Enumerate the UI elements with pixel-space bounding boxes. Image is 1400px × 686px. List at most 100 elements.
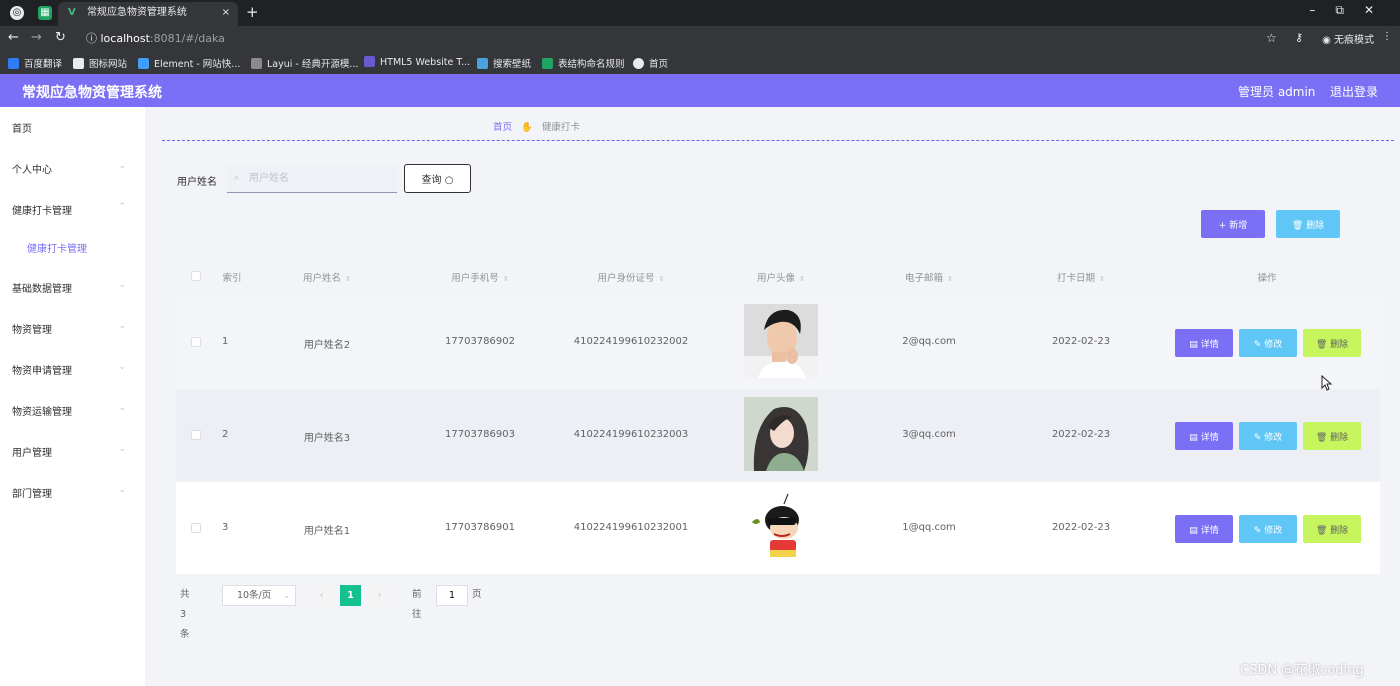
goto-page-input[interactable] [436,585,468,606]
breadcrumb-home[interactable]: 首页 [493,122,512,133]
row-checkbox[interactable] [191,523,201,533]
wallpaper-icon [477,58,488,69]
bookmark-item[interactable]: 百度翻译 [8,56,62,70]
row-checkbox[interactable] [191,337,201,347]
forward-arrow-icon[interactable]: → [31,30,42,45]
detail-button[interactable]: ▤ 详情 [1175,422,1233,450]
column-header-email[interactable]: 电子邮箱 ⇕ [905,270,953,284]
cell-date: 2022-02-23 [1051,429,1111,440]
key-icon[interactable]: ⚷ [1295,31,1303,44]
column-header-phone[interactable]: 用户手机号 ⇕ [451,270,508,284]
sort-icon: ⇕ [345,275,351,283]
bookmark-item[interactable]: 首页 [633,56,668,70]
batch-delete-button[interactable]: 🗑 删除 [1276,210,1340,238]
sidebar: 首页 个人中心 ⌄ 健康打卡管理 ⌃ 健康打卡管理 基础数据管理 ⌄ 物资管理 ⌄ 物资… [0,107,145,686]
sidebar-item-material-requests[interactable]: 物资申请管理 ⌄ [12,362,132,377]
doc-icon: ▤ [1189,339,1198,350]
logout-button[interactable]: 退出登录 [1330,83,1378,100]
tab-close-icon[interactable]: × [222,2,230,24]
next-page-button[interactable]: › [369,585,390,606]
green-tab-icon[interactable]: ▦ [38,6,52,20]
browser-menu-icon[interactable]: ⋮ [1382,31,1392,42]
bookmark-item[interactable]: Layui - 经典开源模... [251,56,358,70]
window-controls[interactable]: –⧉✕ [1309,3,1394,18]
bookmarks-bar: 百度翻译 图标网站 Element - 网站快... Layui - 经典开源模… [0,52,1400,74]
cell-date: 2022-02-23 [1051,336,1111,347]
edit-button[interactable]: ✎ 修改 [1239,515,1297,543]
bookmark-item[interactable]: 表结构命名规则 [542,56,625,70]
cell-email: 2@qq.com [902,336,956,347]
column-header-actions: 操作 [1257,273,1277,284]
cell-name: 用户姓名1 [303,526,351,537]
delete-button[interactable]: 🗑 删除 [1303,329,1361,357]
app-title: 常规应急物资管理系统 [22,85,162,101]
column-header-id-card[interactable]: 用户身份证号 ⇕ [598,270,665,284]
new-tab-button[interactable]: + [246,3,259,21]
mouse-cursor-icon [1321,375,1333,391]
reload-icon[interactable]: ↻ [55,30,66,45]
column-header-date[interactable]: 打卡日期 ⇕ [1057,270,1105,284]
doc-icon: ▤ [1189,432,1198,443]
page-size-select[interactable]: 10条/页 ⌄ [222,585,296,606]
cell-name: 用户姓名2 [303,340,351,351]
bookmark-item[interactable]: Element - 网站快... [138,56,240,70]
bookmark-item[interactable]: 图标网站 [73,56,127,70]
sidebar-item-base-data[interactable]: 基础数据管理 ⌄ [12,280,132,295]
column-header-name[interactable]: 用户姓名 ⇕ [303,270,351,284]
url-host: localhost [100,32,150,45]
page-number-current[interactable]: 1 [340,585,361,606]
delete-button[interactable]: 🗑 删除 [1303,515,1361,543]
avatar-cartoon-character[interactable] [744,490,818,564]
sidebar-item-profile[interactable]: 个人中心 ⌄ [12,161,132,176]
cell-phone: 17703786902 [445,336,515,347]
sidebar-item-departments[interactable]: 部门管理 ⌄ [12,485,132,500]
back-arrow-icon[interactable]: ← [8,30,19,45]
table-row: 1 用户姓名2 17703786902 410224199610232002 2… [176,296,1380,388]
sort-icon: ⇕ [502,275,509,283]
pagination-total: 共 3 条 [180,589,190,640]
browser-globe-icon[interactable]: ◎ [10,6,24,20]
avatar-girl-photo[interactable] [744,397,818,471]
chevron-down-icon: ⌄ [118,280,126,290]
watermark: CSDN @花椒coding [1240,663,1364,678]
cell-phone: 17703786901 [445,522,515,533]
pencil-icon: ✎ [1253,432,1262,443]
sidebar-subitem-health-checkin[interactable]: 健康打卡管理 [27,240,147,255]
browser-tab-active[interactable]: V 常规应急物资管理系统 × [58,2,238,26]
sidebar-item-materials[interactable]: 物资管理 ⌄ [12,321,132,336]
vue-logo-icon: V [68,7,76,18]
sidebar-item-health-checkin[interactable]: 健康打卡管理 ⌃ [12,202,132,217]
chevron-down-icon: ⌄ [118,444,126,454]
bookmark-item[interactable]: HTML5 Website T... [364,56,470,68]
add-button[interactable]: + 新增 [1201,210,1265,238]
avatar-boy-photo[interactable] [744,304,818,378]
star-icon[interactable]: ☆ [1266,31,1277,45]
cell-name: 用户姓名3 [303,433,351,444]
search-input[interactable] [227,165,397,193]
prev-page-button[interactable]: ‹ [311,585,332,606]
globe-icon [633,58,644,69]
sidebar-item-transport[interactable]: 物资运输管理 ⌄ [12,403,132,418]
chevron-up-icon: ⌃ [118,202,126,212]
flag-icon [73,58,84,69]
delete-button[interactable]: 🗑 删除 [1303,422,1361,450]
incognito-label[interactable]: ◉ 无痕模式 [1322,31,1374,46]
query-button[interactable]: 查询 ○ [404,164,471,193]
info-icon: ⓘ [86,32,101,45]
cell-email: 3@qq.com [902,429,956,440]
detail-button[interactable]: ▤ 详情 [1175,515,1233,543]
sidebar-item-users[interactable]: 用户管理 ⌄ [12,444,132,459]
column-header-avatar[interactable]: 用户头像 ⇕ [757,270,805,284]
doc-icon [542,58,553,69]
url-field[interactable]: ⓘ localhost:8081/#/daka [78,29,1288,49]
edit-button[interactable]: ✎ 修改 [1239,422,1297,450]
select-all-checkbox[interactable] [191,271,201,281]
edit-button[interactable]: ✎ 修改 [1239,329,1297,357]
column-header-index: 索引 [222,273,242,284]
detail-button[interactable]: ▤ 详情 [1175,329,1233,357]
pencil-icon: ✎ [1253,339,1262,350]
row-checkbox[interactable] [191,430,201,440]
bookmark-item[interactable]: 搜索壁纸 [477,56,531,70]
cell-index: 3 [222,522,229,533]
sidebar-item-home[interactable]: 首页 [12,120,132,135]
